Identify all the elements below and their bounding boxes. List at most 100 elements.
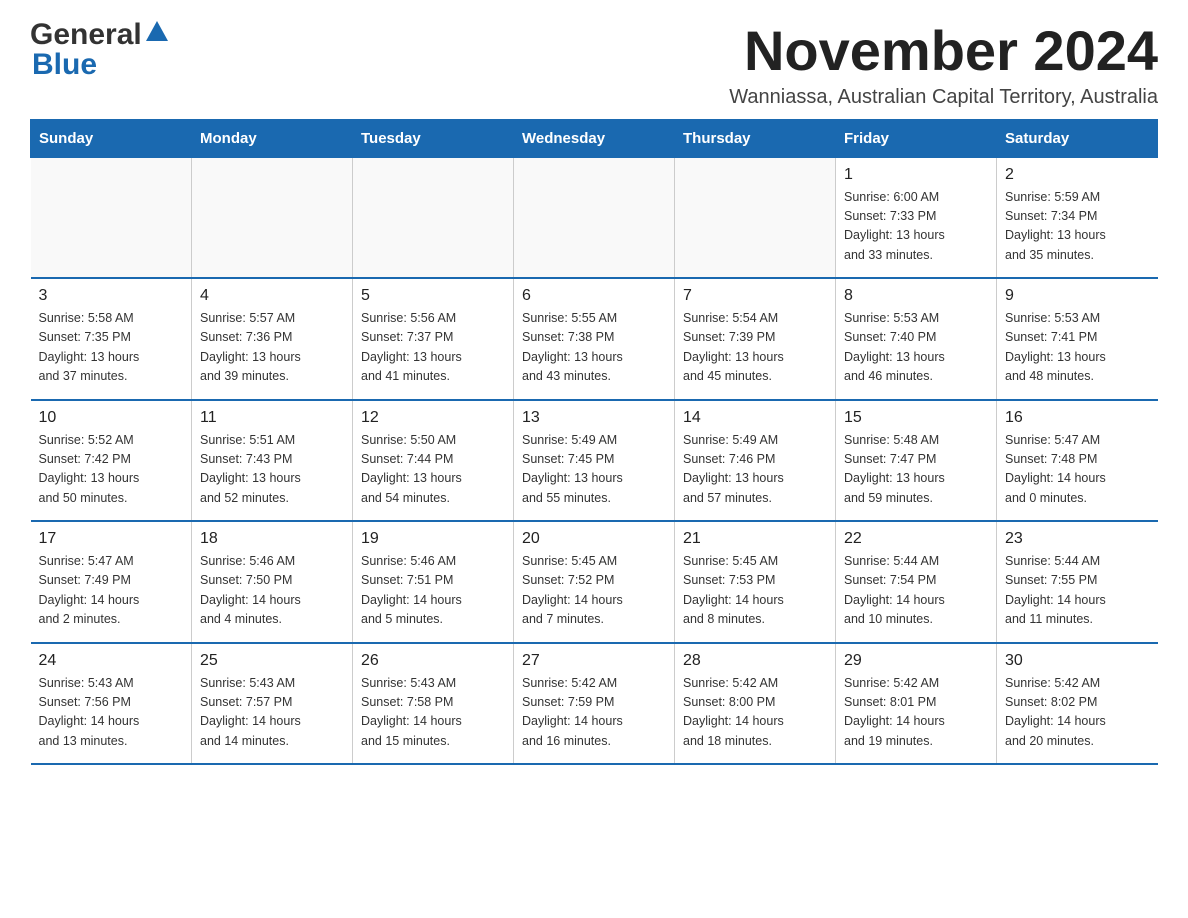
day-number: 7 (683, 287, 827, 305)
calendar-cell: 15Sunrise: 5:48 AM Sunset: 7:47 PM Dayli… (836, 400, 997, 522)
day-number: 5 (361, 287, 505, 305)
day-number: 6 (522, 287, 666, 305)
day-number: 25 (200, 652, 344, 670)
title-area: November 2024 Wanniassa, Australian Capi… (729, 20, 1158, 109)
day-info: Sunrise: 5:45 AM Sunset: 7:53 PM Dayligh… (683, 552, 827, 630)
calendar-cell: 4 Sunrise: 5:57 AM Sunset: 7:36 PM Daylig… (192, 278, 353, 400)
day-info: Sunrise: 5:47 AM Sunset: 7:49 PM Dayligh… (39, 552, 184, 630)
weekday-header-monday: Monday (192, 119, 353, 157)
calendar-cell: 8 Sunrise: 5:53 AM Sunset: 7:40 PM Daylig… (836, 278, 997, 400)
day-info: Sunrise: 5:42 AM Sunset: 7:59 PM Dayligh… (522, 674, 666, 752)
day-number: 8 (844, 287, 988, 305)
day-info: Sunrise: 5:54 AM Sunset: 7:39 PM Dayligh… (683, 309, 827, 387)
day-info: Sunrise: 5:46 AM Sunset: 7:51 PM Dayligh… (361, 552, 505, 630)
calendar-cell: 23 Sunrise: 5:44 AM Sunset: 7:55 PM Dayli… (997, 521, 1158, 643)
calendar-cell (353, 157, 514, 278)
day-info: Sunrise: 5:42 AM Sunset: 8:01 PM Dayligh… (844, 674, 988, 752)
day-number: 29 (844, 652, 988, 670)
calendar-cell: 25 Sunrise: 5:43 AM Sunset: 7:57 PM Dayli… (192, 643, 353, 765)
day-info: Sunrise: 5:45 AM Sunset: 7:52 PM Dayligh… (522, 552, 666, 630)
logo: General Blue (30, 20, 168, 80)
day-number: 17 (39, 530, 184, 548)
weekday-header-saturday: Saturday (997, 119, 1158, 157)
calendar-cell: 21 Sunrise: 5:45 AM Sunset: 7:53 PM Dayli… (675, 521, 836, 643)
calendar-cell: 11 Sunrise: 5:51 AM Sunset: 7:43 PM Dayli… (192, 400, 353, 522)
calendar-cell (31, 157, 192, 278)
calendar-cell: 1 Sunrise: 6:00 AM Sunset: 7:33 PM Daylig… (836, 157, 997, 278)
calendar-cell: 14Sunrise: 5:49 AM Sunset: 7:46 PM Dayli… (675, 400, 836, 522)
day-number: 30 (1005, 652, 1150, 670)
day-info: Sunrise: 5:43 AM Sunset: 7:56 PM Dayligh… (39, 674, 184, 752)
day-info: Sunrise: 5:57 AM Sunset: 7:36 PM Dayligh… (200, 309, 344, 387)
calendar-cell: 16Sunrise: 5:47 AM Sunset: 7:48 PM Dayli… (997, 400, 1158, 522)
day-number: 4 (200, 287, 344, 305)
day-number: 20 (522, 530, 666, 548)
day-number: 11 (200, 409, 344, 427)
day-info: Sunrise: 5:55 AM Sunset: 7:38 PM Dayligh… (522, 309, 666, 387)
calendar-cell (675, 157, 836, 278)
day-info: Sunrise: 6:00 AM Sunset: 7:33 PM Dayligh… (844, 188, 988, 266)
calendar-cell: 18 Sunrise: 5:46 AM Sunset: 7:50 PM Dayli… (192, 521, 353, 643)
calendar-cell (192, 157, 353, 278)
day-number: 3 (39, 287, 184, 305)
day-info: Sunrise: 5:51 AM Sunset: 7:43 PM Dayligh… (200, 431, 344, 509)
calendar-cell: 12Sunrise: 5:50 AM Sunset: 7:44 PM Dayli… (353, 400, 514, 522)
day-number: 18 (200, 530, 344, 548)
day-number: 19 (361, 530, 505, 548)
day-info: Sunrise: 5:46 AM Sunset: 7:50 PM Dayligh… (200, 552, 344, 630)
calendar-cell: 6 Sunrise: 5:55 AM Sunset: 7:38 PM Daylig… (514, 278, 675, 400)
calendar-cell: 24 Sunrise: 5:43 AM Sunset: 7:56 PM Dayli… (31, 643, 192, 765)
day-info: Sunrise: 5:50 AM Sunset: 7:44 PM Dayligh… (361, 431, 505, 509)
calendar-cell: 2Sunrise: 5:59 AM Sunset: 7:34 PM Daylig… (997, 157, 1158, 278)
day-info: Sunrise: 5:44 AM Sunset: 7:54 PM Dayligh… (844, 552, 988, 630)
page-header: General Blue November 2024 Wanniassa, Au… (30, 20, 1158, 109)
day-info: Sunrise: 5:53 AM Sunset: 7:40 PM Dayligh… (844, 309, 988, 387)
month-year-title: November 2024 (729, 20, 1158, 82)
day-number: 26 (361, 652, 505, 670)
day-info: Sunrise: 5:42 AM Sunset: 8:02 PM Dayligh… (1005, 674, 1150, 752)
location-subtitle: Wanniassa, Australian Capital Territory,… (729, 86, 1158, 109)
calendar-cell: 20 Sunrise: 5:45 AM Sunset: 7:52 PM Dayli… (514, 521, 675, 643)
calendar-cell: 30 Sunrise: 5:42 AM Sunset: 8:02 PM Dayli… (997, 643, 1158, 765)
weekday-header-sunday: Sunday (31, 119, 192, 157)
calendar-week-row: 3 Sunrise: 5:58 AM Sunset: 7:35 PM Daylig… (31, 278, 1158, 400)
day-info: Sunrise: 5:49 AM Sunset: 7:45 PM Dayligh… (522, 431, 666, 509)
day-info: Sunrise: 5:52 AM Sunset: 7:42 PM Dayligh… (39, 431, 184, 509)
calendar-cell (514, 157, 675, 278)
day-info: Sunrise: 5:43 AM Sunset: 7:58 PM Dayligh… (361, 674, 505, 752)
calendar-cell: 5 Sunrise: 5:56 AM Sunset: 7:37 PM Daylig… (353, 278, 514, 400)
day-number: 22 (844, 530, 988, 548)
logo-triangle-icon (146, 21, 168, 46)
day-info: Sunrise: 5:56 AM Sunset: 7:37 PM Dayligh… (361, 309, 505, 387)
calendar-cell: 19 Sunrise: 5:46 AM Sunset: 7:51 PM Dayli… (353, 521, 514, 643)
day-number: 2 (1005, 166, 1150, 184)
calendar-table: SundayMondayTuesdayWednesdayThursdayFrid… (30, 119, 1158, 766)
calendar-cell: 7 Sunrise: 5:54 AM Sunset: 7:39 PM Daylig… (675, 278, 836, 400)
day-number: 1 (844, 166, 988, 184)
calendar-cell: 3 Sunrise: 5:58 AM Sunset: 7:35 PM Daylig… (31, 278, 192, 400)
weekday-header-row: SundayMondayTuesdayWednesdayThursdayFrid… (31, 119, 1158, 157)
calendar-cell: 17 Sunrise: 5:47 AM Sunset: 7:49 PM Dayli… (31, 521, 192, 643)
day-info: Sunrise: 5:44 AM Sunset: 7:55 PM Dayligh… (1005, 552, 1150, 630)
day-info: Sunrise: 5:58 AM Sunset: 7:35 PM Dayligh… (39, 309, 184, 387)
day-number: 24 (39, 652, 184, 670)
weekday-header-thursday: Thursday (675, 119, 836, 157)
calendar-cell: 9Sunrise: 5:53 AM Sunset: 7:41 PM Daylig… (997, 278, 1158, 400)
day-info: Sunrise: 5:43 AM Sunset: 7:57 PM Dayligh… (200, 674, 344, 752)
calendar-week-row: 1 Sunrise: 6:00 AM Sunset: 7:33 PM Daylig… (31, 157, 1158, 278)
day-info: Sunrise: 5:48 AM Sunset: 7:47 PM Dayligh… (844, 431, 988, 509)
calendar-cell: 22 Sunrise: 5:44 AM Sunset: 7:54 PM Dayli… (836, 521, 997, 643)
logo-general-text: General (30, 20, 142, 50)
day-number: 9 (1005, 287, 1150, 305)
day-number: 10 (39, 409, 184, 427)
day-info: Sunrise: 5:42 AM Sunset: 8:00 PM Dayligh… (683, 674, 827, 752)
weekday-header-tuesday: Tuesday (353, 119, 514, 157)
day-info: Sunrise: 5:47 AM Sunset: 7:48 PM Dayligh… (1005, 431, 1150, 509)
calendar-cell: 26 Sunrise: 5:43 AM Sunset: 7:58 PM Dayli… (353, 643, 514, 765)
day-number: 13 (522, 409, 666, 427)
logo-blue-text: Blue (32, 48, 97, 81)
day-number: 23 (1005, 530, 1150, 548)
day-number: 28 (683, 652, 827, 670)
weekday-header-friday: Friday (836, 119, 997, 157)
day-number: 21 (683, 530, 827, 548)
